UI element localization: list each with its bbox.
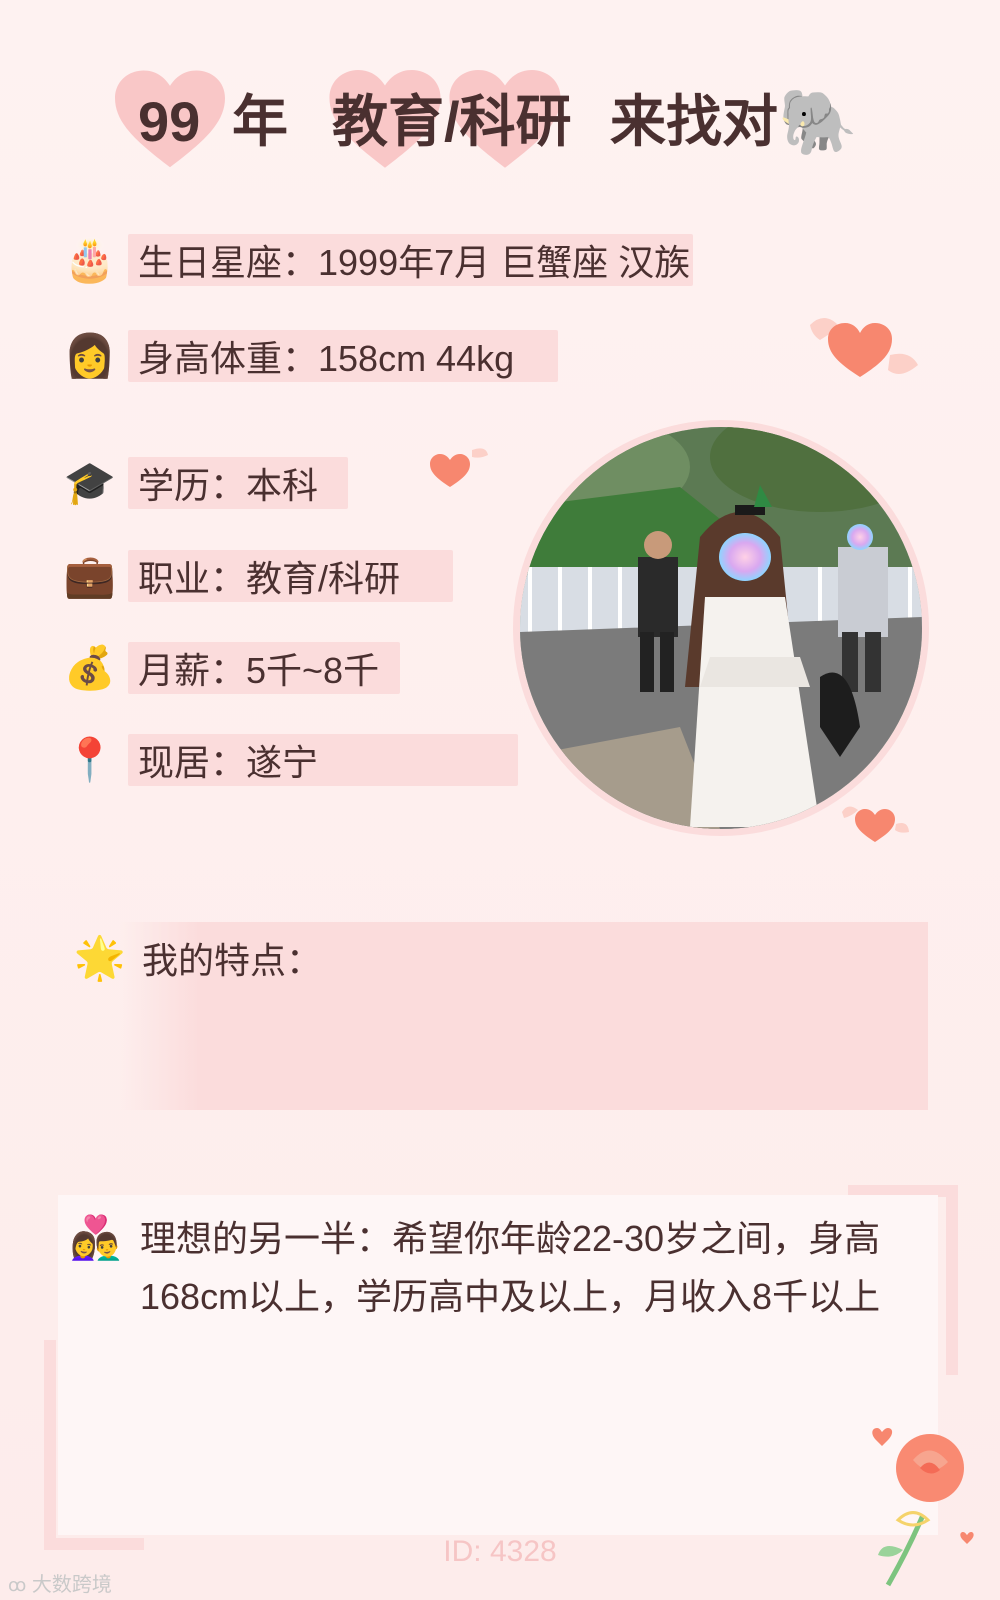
info-text: 现居：遂宁 — [138, 742, 319, 783]
info-band: 身高体重：158cm 44kg — [128, 330, 558, 382]
info-row-salary: 💰 月薪：5千~8千 — [62, 640, 400, 696]
ideal-partner-row: 👩‍❤️‍👨 理想的另一半：希望你年龄22-30岁之间，身高168cm以上，学历… — [68, 1210, 928, 1326]
info-text: 职业：教育/科研 — [138, 558, 401, 599]
profile-card: 99 年 教育/科研 来找对 🐘 🎂 生日星座：1999年7月 巨蟹座 汉族 👩… — [0, 0, 1000, 1600]
couple-heart-icon: 👩‍❤️‍👨 — [69, 1213, 123, 1261]
briefcase-icon: 💼 — [63, 551, 117, 599]
info-text: 月薪：5千~8千 — [138, 650, 380, 691]
looking-label: 来找对 — [610, 90, 778, 153]
info-text: 身高体重：158cm 44kg — [138, 338, 515, 379]
winged-heart-icon — [800, 305, 920, 385]
woman-icon: 👩 — [63, 331, 117, 379]
year-label: 99 — [138, 90, 201, 153]
info-text: 生日星座：1999年7月 巨蟹座 汉族 — [138, 242, 691, 283]
info-text: 学历：本科 — [138, 465, 319, 506]
header: 99 年 教育/科研 来找对 🐘 — [110, 70, 890, 180]
info-band: 学历：本科 — [128, 457, 348, 509]
year-suffix: 年 — [232, 90, 288, 153]
info-row-birthday: 🎂 生日星座：1999年7月 巨蟹座 汉族 — [62, 232, 693, 288]
money-bag-icon: 💰 — [63, 643, 117, 691]
ideal-partner-text: 理想的另一半：希望你年龄22-30岁之间，身高168cm以上，学历高中及以上，月… — [140, 1218, 881, 1317]
traits-label: 我的特点： — [142, 940, 323, 981]
info-band: 月薪：5千~8千 — [128, 642, 400, 694]
profile-photo-frame — [513, 420, 929, 836]
info-band: 现居：遂宁 — [128, 734, 518, 786]
info-row-education: 🎓 学历：本科 — [62, 455, 348, 511]
profession-title: 教育/科研 — [332, 90, 572, 153]
small-heart-icon — [840, 800, 910, 845]
info-row-occupation: 💼 职业：教育/科研 — [62, 548, 453, 604]
info-row-residence: 📍 现居：遂宁 — [62, 732, 518, 788]
birthday-cake-icon: 🎂 — [63, 235, 117, 283]
location-pin-icon: 📍 — [63, 735, 117, 783]
profile-photo[interactable] — [520, 427, 922, 829]
profile-id: ID: 4328 — [443, 1535, 557, 1568]
elephant-icon: 🐘 — [778, 86, 858, 158]
watermark-logo-icon: ꝏ — [8, 1575, 27, 1595]
traits-row: 🌟 我的特点： — [72, 930, 322, 986]
star-icon: 🌟 — [73, 933, 127, 981]
graduation-cap-icon: 🎓 — [63, 458, 117, 506]
watermark-text: 大数跨境 — [31, 1574, 112, 1596]
small-heart-icon — [420, 445, 490, 490]
info-band: 职业：教育/科研 — [128, 550, 453, 602]
watermark: ꝏ 大数跨境 — [8, 1568, 112, 1597]
info-row-height-weight: 👩 身高体重：158cm 44kg — [62, 328, 558, 384]
info-band: 生日星座：1999年7月 巨蟹座 汉族 — [128, 234, 693, 286]
